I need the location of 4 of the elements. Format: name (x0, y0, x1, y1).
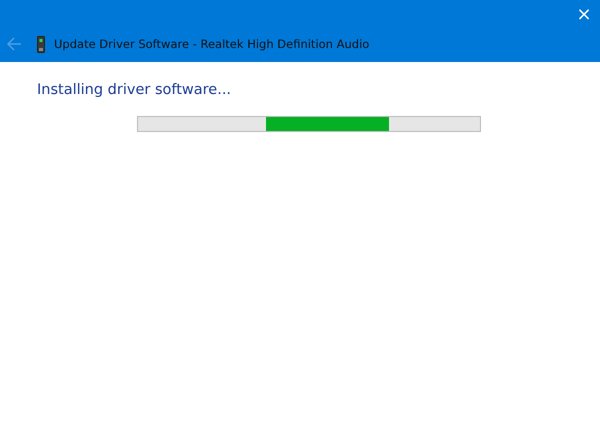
speaker-device-icon (37, 36, 45, 52)
status-heading: Installing driver software... (37, 82, 232, 98)
window-title: Update Driver Software - Realtek High Definition Audio (54, 37, 370, 51)
close-button[interactable]: × (569, 0, 599, 30)
